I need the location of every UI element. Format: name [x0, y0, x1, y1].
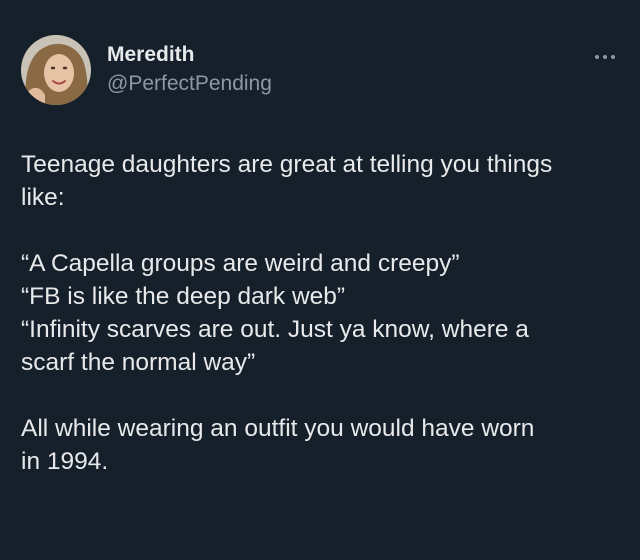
dot — [603, 55, 607, 59]
more-options-icon[interactable] — [590, 45, 620, 69]
dot — [611, 55, 615, 59]
dot — [595, 55, 599, 59]
tweet-paragraph: Teenage daughters are great at telling y… — [21, 151, 553, 211]
avatar[interactable] — [21, 35, 91, 105]
profile-photo-icon — [21, 35, 91, 105]
tweet-paragraph: “A Capella groups are weird and creepy” … — [21, 250, 529, 376]
tweet-paragraph: All while wearing an outfit you would ha… — [21, 415, 535, 475]
author-display-name[interactable]: Meredith — [107, 42, 195, 68]
tweet-card: Meredith @PerfectPending Teenage daughte… — [0, 0, 640, 560]
author-handle[interactable]: @PerfectPending — [107, 71, 272, 97]
tweet-text: Teenage daughters are great at telling y… — [21, 148, 621, 478]
